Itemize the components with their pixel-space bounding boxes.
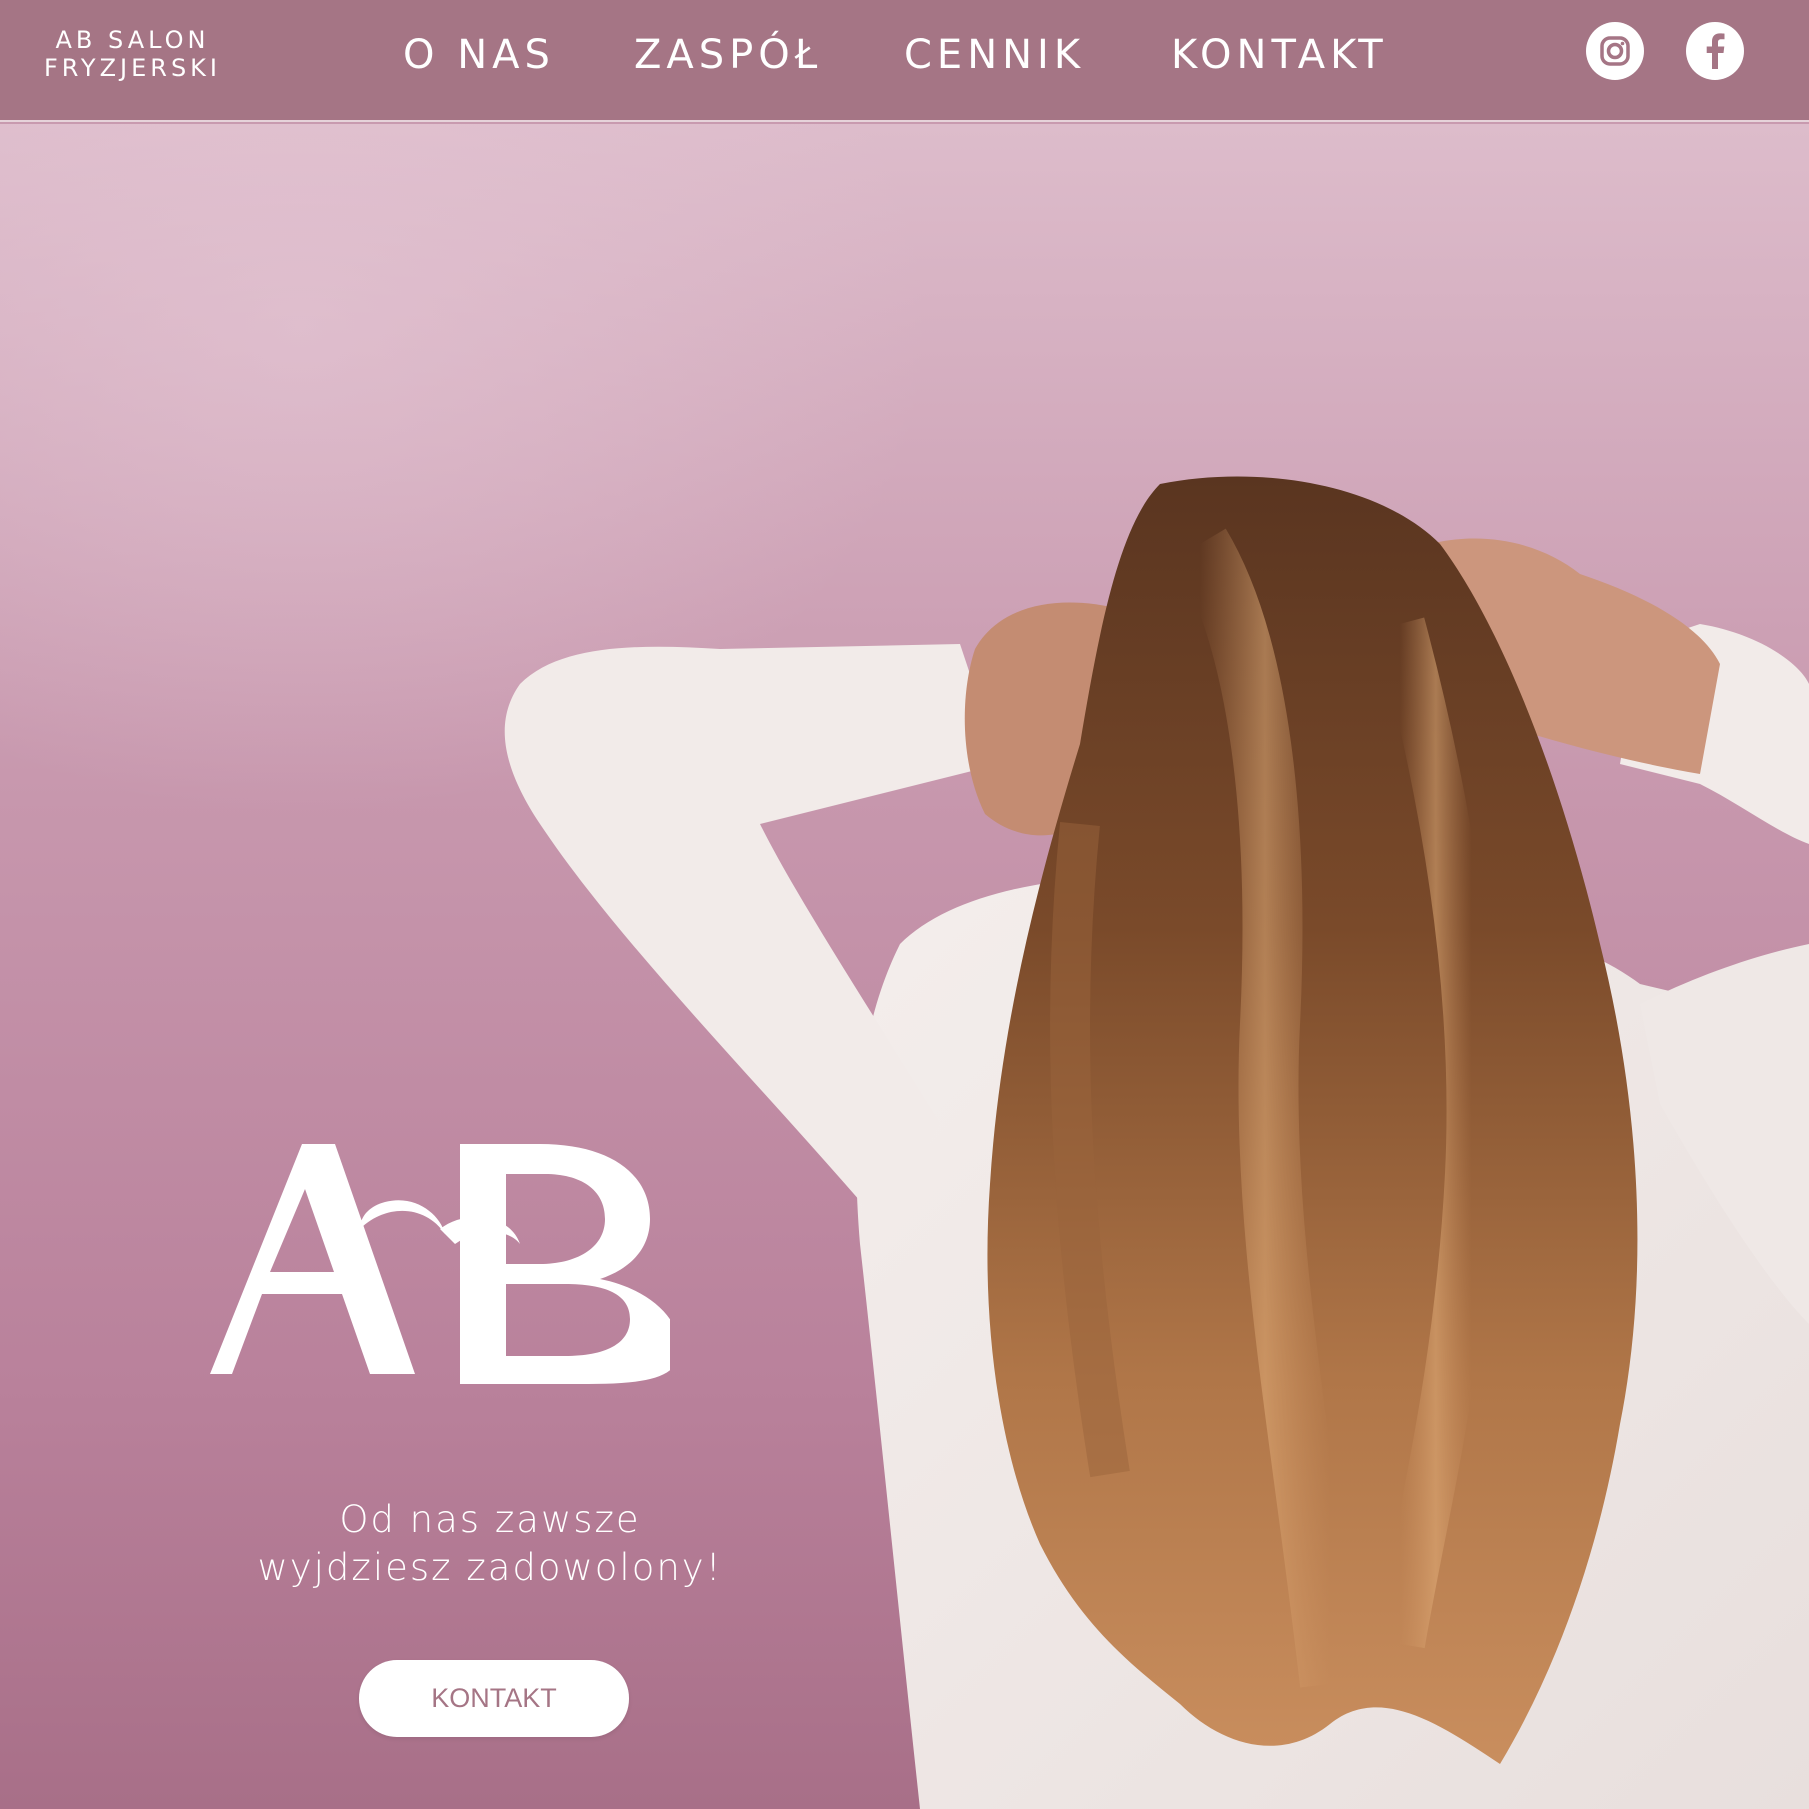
contact-button[interactable]: KONTAKT bbox=[359, 1660, 629, 1737]
nav-item-o-nas[interactable]: O NAS bbox=[403, 30, 555, 80]
nav-item-kontakt[interactable]: KONTAKT bbox=[1171, 30, 1388, 80]
hero-section: Od nas zawsze wyjdziesz zadowolony! KONT… bbox=[0, 124, 1809, 1809]
instagram-icon[interactable] bbox=[1586, 22, 1644, 80]
nav-item-zespol[interactable]: ZASPÓŁ bbox=[634, 30, 822, 80]
tagline-line-2: wyjdziesz zadowolony! bbox=[257, 1546, 723, 1589]
facebook-icon[interactable] bbox=[1686, 22, 1744, 80]
brand-line-2: FRYZJERSKI bbox=[43, 54, 221, 82]
brand-line-1: AB SALON bbox=[55, 26, 210, 54]
tagline-line-1: Od nas zawsze bbox=[339, 1498, 641, 1541]
ab-logo-mark bbox=[210, 1144, 670, 1384]
nav-item-cennik[interactable]: CENNIK bbox=[904, 30, 1085, 80]
brand-logo-text[interactable]: AB SALON FRYZJERSKI bbox=[30, 26, 235, 82]
site-header: AB SALON FRYZJERSKI O NAS ZASPÓŁ CENNIK … bbox=[0, 0, 1809, 122]
hero-tagline: Od nas zawsze wyjdziesz zadowolony! bbox=[190, 1496, 790, 1592]
